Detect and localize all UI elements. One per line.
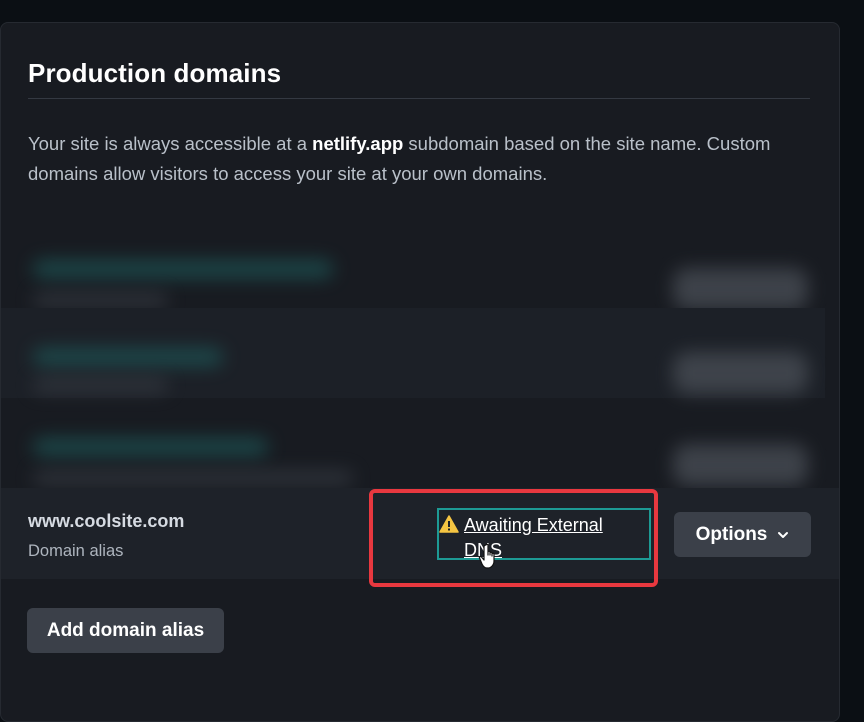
- domain-name: www.coolsite.com: [28, 511, 185, 531]
- domain-type-label: Domain alias: [28, 542, 124, 560]
- redacted-domain-row: [1, 398, 825, 488]
- description-text-before: Your site is always accessible at a: [28, 133, 313, 154]
- section-description: Your site is always accessible at a netl…: [28, 129, 818, 189]
- section-title: Production domains: [28, 58, 282, 88]
- add-domain-alias-button[interactable]: Add domain alias: [27, 608, 224, 653]
- redacted-domain-row: [1, 308, 825, 398]
- options-label: Options: [695, 523, 768, 545]
- redacted-domain-list: [1, 218, 825, 488]
- description-netlify-app: netlify.app: [312, 133, 404, 154]
- hand-pointer-cursor-icon: [478, 543, 495, 569]
- domain-row: www.coolsite.com Domain alias Awaiting E…: [1, 488, 839, 579]
- divider: [28, 98, 810, 99]
- redacted-domain-row: [1, 218, 825, 310]
- chevron-down-icon: [778, 531, 789, 538]
- warning-icon: [439, 515, 459, 533]
- options-button[interactable]: Options: [674, 512, 811, 557]
